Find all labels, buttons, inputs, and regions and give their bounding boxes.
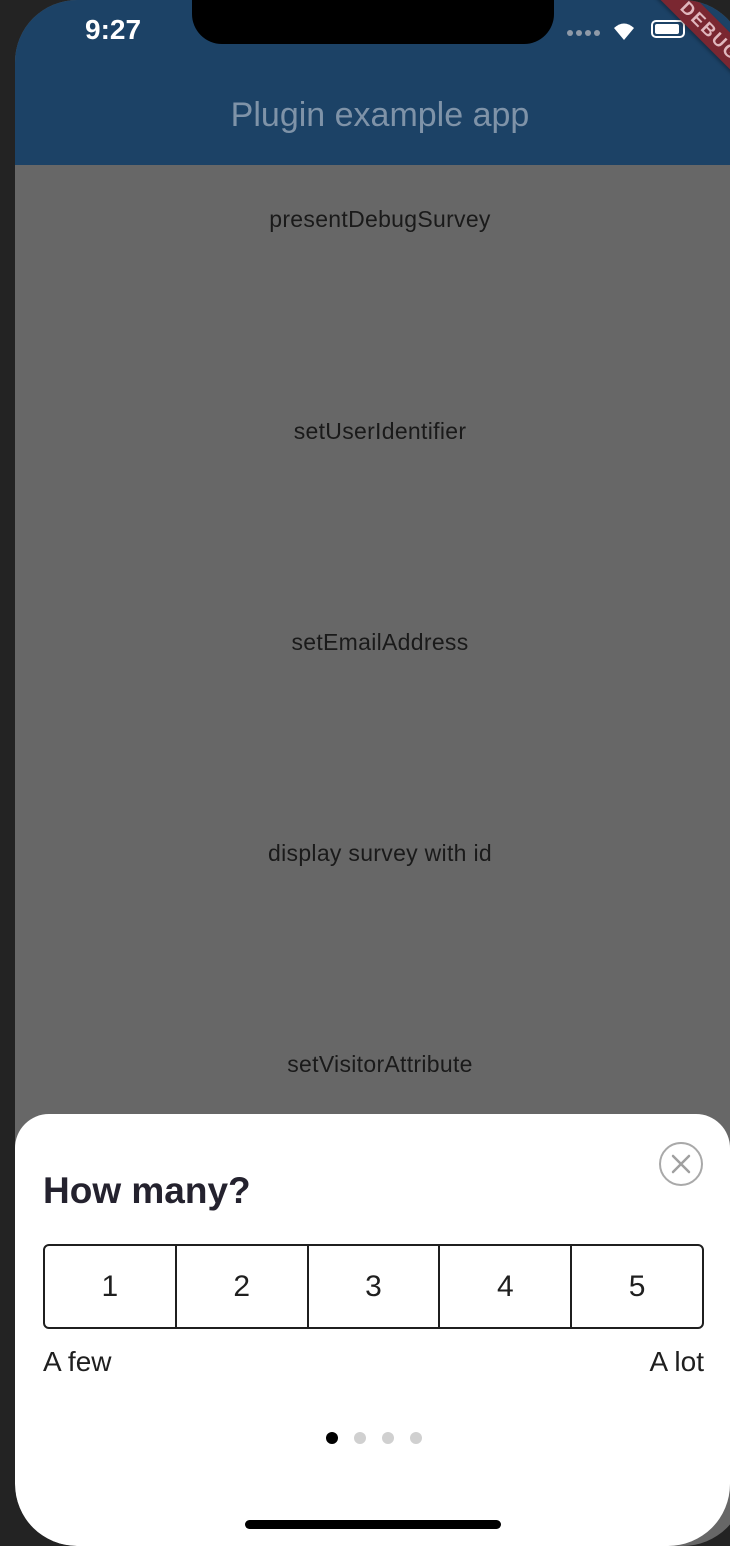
present-debug-survey-button[interactable]: presentDebugSurvey <box>15 206 730 233</box>
status-time: 9:27 <box>85 14 142 45</box>
display-survey-with-id-button[interactable]: display survey with id <box>15 840 730 867</box>
rating-option-2[interactable]: 2 <box>177 1246 309 1327</box>
app-title: Plugin example app <box>230 96 530 134</box>
page-dot <box>382 1432 394 1444</box>
wifi-icon <box>614 23 634 40</box>
cellular-signal-icon <box>567 30 601 38</box>
min-label: A few <box>43 1346 112 1377</box>
page-dot <box>326 1432 338 1444</box>
rating-option-4[interactable]: 4 <box>440 1246 573 1327</box>
device-notch <box>192 0 554 44</box>
close-icon <box>671 1154 691 1174</box>
set-visitor-attribute-button[interactable]: setVisitorAttribute <box>15 1051 730 1078</box>
survey-sheet: How many? 1 2 3 4 5 A few A lot <box>15 1114 730 1546</box>
set-email-address-button[interactable]: setEmailAddress <box>15 629 730 656</box>
page-dot <box>410 1432 422 1444</box>
app-bar: 9:27 Plugin example app <box>15 0 730 165</box>
max-label: A lot <box>649 1346 704 1377</box>
home-indicator[interactable] <box>245 1520 501 1529</box>
close-button[interactable] <box>659 1142 703 1186</box>
set-user-identifier-button[interactable]: setUserIdentifier <box>15 418 730 445</box>
rating-option-5[interactable]: 5 <box>572 1246 702 1327</box>
battery-icon <box>651 20 685 38</box>
page-indicator <box>326 1432 422 1444</box>
rating-option-3[interactable]: 3 <box>309 1246 441 1327</box>
survey-question: How many? <box>43 1170 251 1211</box>
device-screen: 9:27 Plugin example app DEBUG presentDeb… <box>15 0 730 1546</box>
rating-scale: 1 2 3 4 5 <box>43 1244 704 1329</box>
rating-option-1[interactable]: 1 <box>45 1246 177 1327</box>
page-dot <box>354 1432 366 1444</box>
